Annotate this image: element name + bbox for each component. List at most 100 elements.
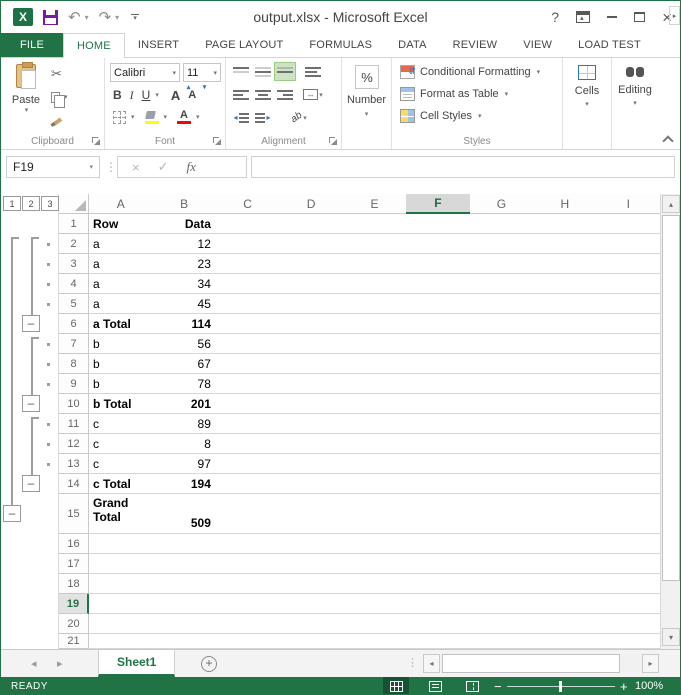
cell-C1[interactable] (216, 214, 280, 234)
number-dropdown-icon[interactable]: ▾ (342, 110, 391, 118)
cell-I10[interactable] (597, 394, 661, 414)
collapse-group-button-row15[interactable]: – (3, 505, 21, 522)
cell-D17[interactable] (279, 554, 343, 574)
increase-font-size-button[interactable]: A▴ (167, 86, 184, 104)
collapse-group-button-row10[interactable]: – (22, 395, 40, 412)
paste-dropdown-icon[interactable]: ▾ (25, 106, 29, 114)
row-header-14[interactable]: 14 (59, 474, 89, 494)
insert-function-icon[interactable]: fx (187, 159, 196, 175)
cell-A7[interactable]: b (89, 334, 153, 354)
zoom-slider-thumb[interactable] (559, 681, 562, 692)
font-color-dropdown-icon[interactable]: ▾ (196, 113, 200, 121)
row-header-12[interactable]: 12 (59, 434, 89, 454)
cell-G10[interactable] (470, 394, 534, 414)
cell-B16[interactable] (152, 534, 216, 554)
cell-D10[interactable] (279, 394, 343, 414)
wrap-text-button[interactable] (302, 62, 324, 81)
cell-C4[interactable] (216, 274, 280, 294)
cell-E4[interactable] (343, 274, 407, 294)
cell-F15[interactable] (406, 494, 470, 534)
column-header-B[interactable]: B (152, 194, 216, 214)
clipboard-dialog-launcher-icon[interactable] (91, 136, 101, 146)
cell-A13[interactable]: c (89, 454, 153, 474)
cell-A14[interactable]: c Total (89, 474, 153, 494)
cell-A2[interactable]: a (89, 234, 153, 254)
cell-I19[interactable] (597, 594, 661, 614)
ribbon-tab-view[interactable]: VIEW (510, 33, 565, 57)
borders-dropdown-icon[interactable]: ▾ (131, 113, 135, 121)
collapse-ribbon-icon[interactable] (663, 134, 672, 143)
row-header-1[interactable]: 1 (59, 214, 89, 234)
orientation-button[interactable]: ab▾ (288, 108, 310, 127)
center-button[interactable] (252, 85, 274, 104)
cell-E20[interactable] (343, 614, 407, 634)
cell-A8[interactable]: b (89, 354, 153, 374)
column-header-G[interactable]: G (470, 194, 534, 214)
zoom-out-icon[interactable]: − (494, 679, 502, 694)
cell-D4[interactable] (279, 274, 343, 294)
cell-F1[interactable] (406, 214, 470, 234)
cell-C5[interactable] (216, 294, 280, 314)
cell-F10[interactable] (406, 394, 470, 414)
cell-D11[interactable] (279, 414, 343, 434)
cell-C3[interactable] (216, 254, 280, 274)
cell-B5[interactable]: 45 (152, 294, 216, 314)
cell-B7[interactable]: 56 (152, 334, 216, 354)
column-header-F[interactable]: F (406, 194, 470, 214)
cell-A19[interactable] (89, 594, 153, 614)
cell-G4[interactable] (470, 274, 534, 294)
row-header-21[interactable]: 21 (59, 634, 89, 649)
scroll-right-icon[interactable]: ▸ (642, 654, 659, 673)
new-sheet-icon[interactable]: + (201, 656, 217, 672)
cell-G3[interactable] (470, 254, 534, 274)
cell-B17[interactable] (152, 554, 216, 574)
cell-E10[interactable] (343, 394, 407, 414)
cell-D1[interactable] (279, 214, 343, 234)
alignment-dialog-launcher-icon[interactable] (328, 136, 338, 146)
cell-F11[interactable] (406, 414, 470, 434)
cell-C21[interactable] (216, 634, 280, 649)
normal-view-button[interactable] (383, 677, 409, 695)
cell-C13[interactable] (216, 454, 280, 474)
bold-button[interactable]: B (109, 86, 126, 104)
cell-H19[interactable] (533, 594, 597, 614)
cell-H11[interactable] (533, 414, 597, 434)
cell-H20[interactable] (533, 614, 597, 634)
cell-B18[interactable] (152, 574, 216, 594)
cell-D2[interactable] (279, 234, 343, 254)
collapse-group-button-row14[interactable]: – (22, 475, 40, 492)
cell-G1[interactable] (470, 214, 534, 234)
cell-C9[interactable] (216, 374, 280, 394)
cell-A1[interactable]: Row (89, 214, 153, 234)
outline-level-button-2[interactable]: 2 (22, 196, 40, 211)
column-header-H[interactable]: H (533, 194, 597, 214)
select-all-corner[interactable] (59, 194, 89, 214)
column-header-I[interactable]: I (597, 194, 661, 214)
fill-color-button[interactable] (141, 108, 163, 126)
cell-A5[interactable]: a (89, 294, 153, 314)
page-layout-view-button[interactable] (422, 677, 448, 695)
row-header-6[interactable]: 6 (59, 314, 89, 334)
cell-I18[interactable] (597, 574, 661, 594)
cells-button[interactable]: Cells ▾ (563, 65, 611, 108)
cell-H15[interactable] (533, 494, 597, 534)
cell-F3[interactable] (406, 254, 470, 274)
minimize-icon[interactable] (607, 16, 617, 18)
row-header-7[interactable]: 7 (59, 334, 89, 354)
editing-button[interactable]: Editing ▾ (612, 65, 658, 107)
cancel-entry-icon[interactable]: × (132, 160, 140, 175)
cell-D8[interactable] (279, 354, 343, 374)
cell-F14[interactable] (406, 474, 470, 494)
cell-B15[interactable]: 509 (152, 494, 216, 534)
cell-B6[interactable]: 114 (152, 314, 216, 334)
cell-B4[interactable]: 34 (152, 274, 216, 294)
cell-D19[interactable] (279, 594, 343, 614)
cell-C19[interactable] (216, 594, 280, 614)
cell-G11[interactable] (470, 414, 534, 434)
cell-H10[interactable] (533, 394, 597, 414)
cell-C11[interactable] (216, 414, 280, 434)
top-align-button[interactable] (230, 62, 252, 81)
cell-I12[interactable] (597, 434, 661, 454)
number-format-button[interactable]: % (355, 65, 379, 89)
cell-E9[interactable] (343, 374, 407, 394)
